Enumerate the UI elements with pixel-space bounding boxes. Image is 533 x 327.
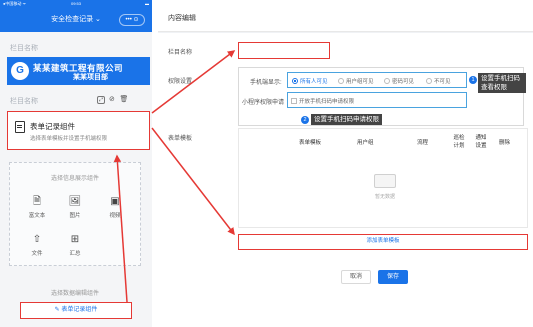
radio-invisible[interactable]: 不可见 [426, 77, 451, 85]
tooltip-line: 设置手机扫码 [481, 75, 520, 82]
component-label: 汇总 [69, 251, 81, 257]
component-picker-title: 选择信息展示组件 [50, 176, 99, 182]
content-edit-panel: 内容编辑 栏目名称 权限设置 手机端显示: 所有人可见 用户组可见 密码可见 不… [158, 0, 533, 327]
mobile-preview: ●中国移动 ᯤ 09:53 ▬ 安全检查记录 ⌄ ••• ⊙ 栏目名称 G 某某… [0, 0, 152, 327]
component-image[interactable]: 🖼︎ 图片 [62, 195, 88, 225]
col-header-user-group: 用户组 [357, 140, 374, 146]
empty-tray-icon [374, 174, 396, 188]
capsule-menu-button[interactable]: ••• ⊙ [119, 14, 145, 26]
project-department: 某某项目部 [73, 74, 108, 81]
column-name-input[interactable] [238, 42, 330, 59]
component-video[interactable]: ▣ 视频 [102, 195, 128, 225]
column-name-label: 栏目名称 [168, 50, 193, 56]
company-banner: G 某某建筑工程有限公司 某某项目部 [7, 57, 150, 85]
component-label: 图片 [69, 213, 81, 219]
form-record-component-button[interactable]: ✎ 表单记录组件 [20, 302, 132, 319]
column-name-placeholder: 栏目名称 [10, 45, 38, 52]
radio-password[interactable]: 密码可见 [384, 77, 414, 85]
battery-icon: ▬ [145, 1, 149, 6]
grid-icon: ⊞ [70, 234, 80, 245]
permission-label: 权限设置 [168, 79, 193, 85]
save-button[interactable]: 保存 [378, 270, 408, 284]
mini-program-permission-label: 小程序权限申请 [242, 100, 285, 106]
radio-everyone[interactable]: 所有人可见 [292, 77, 328, 85]
component-rich-text[interactable]: 🗎︎ 富文本 [24, 195, 50, 225]
empty-text: 暂无数据 [374, 194, 395, 200]
component-label: 视频 [109, 213, 121, 219]
tip-badge-1: 1 [469, 76, 477, 84]
component-file[interactable]: ⇧ 文件 [24, 233, 50, 263]
tooltip-line: 查看权限 [481, 84, 507, 91]
info-component-picker: 选择信息展示组件 🗎︎ 富文本 🖼︎ 图片 ▣ 视频 ⇧ 文件 ⊞ 汇总 [9, 162, 141, 266]
column-actions: ⤢ ⊘ 🗑︎ [97, 95, 129, 104]
tooltip-scan-view-permission: 设置手机扫码 查看权限 [478, 73, 526, 93]
col-header-notify-settings: 通知设置 [475, 135, 487, 149]
form-record-component-card[interactable]: 表单记录组件 选择表单模板并设置手机端权限 [7, 111, 150, 150]
hide-icon[interactable]: ⊘ [107, 95, 117, 103]
form-template-table: 表单模板 用户组 流程 巡检计划 通知设置 删除 暂无数据 [238, 128, 528, 228]
component-label: 文件 [31, 251, 43, 257]
col-header-process: 流程 [417, 140, 429, 146]
trash-icon[interactable]: 🗑︎ [119, 95, 129, 103]
mini-program-permission-box: 开放手机扫码申请权限 [287, 92, 467, 108]
empty-state: 暂无数据 [367, 174, 403, 200]
expand-icon[interactable]: ⤢ [97, 96, 105, 104]
panel-body: 栏目名称 权限设置 手机端显示: 所有人可见 用户组可见 密码可见 不可见 1 … [158, 33, 533, 327]
record-component-desc: 选择表单模板并设置手机端权限 [30, 136, 108, 142]
company-logo-icon: G [11, 62, 29, 80]
mobile-display-label: 手机端显示: [250, 80, 282, 86]
col-header-delete: 删除 [499, 140, 511, 146]
image-icon: 🖼︎ [68, 196, 82, 207]
component-label: 富文本 [28, 213, 46, 219]
col-header-patrol-plan: 巡检计划 [453, 135, 465, 149]
data-component-title: 选择数据编辑组件 [50, 291, 99, 297]
panel-header: 内容编辑 [158, 0, 533, 32]
panel-title: 内容编辑 [168, 15, 196, 22]
tip-badge-2: 2 [301, 116, 309, 124]
tooltip-scan-apply-permission: 设置手机扫码申请权限 [311, 114, 382, 125]
upload-icon: ⇧ [32, 234, 42, 245]
column-name-placeholder-2: 栏目名称 [10, 98, 38, 105]
video-icon: ▣ [110, 196, 120, 207]
visibility-radio-group: 所有人可见 用户组可见 密码可见 不可见 [287, 72, 467, 88]
mini-program-header: 安全检查记录 ⌄ ••• ⊙ [0, 8, 152, 32]
status-bar: ●中国移动 ᯤ 09:53 ▬ [0, 0, 152, 8]
add-form-template-button[interactable]: 添加表单模板 [238, 234, 528, 250]
record-component-name: 表单记录组件 [30, 122, 75, 131]
open-scan-apply-checkbox[interactable]: 开放手机扫码申请权限 [291, 97, 354, 105]
cancel-button[interactable]: 取消 [341, 270, 371, 284]
radio-user-group[interactable]: 用户组可见 [338, 77, 374, 85]
form-record-button-label: 表单记录组件 [61, 307, 98, 313]
document-icon [15, 121, 25, 133]
rich-text-icon: 🗎︎ [32, 196, 42, 207]
status-time: 09:53 [70, 1, 81, 6]
form-template-label: 表单模板 [168, 136, 193, 142]
component-summary[interactable]: ⊞ 汇总 [62, 233, 88, 263]
col-header-template: 表单模板 [299, 140, 322, 146]
